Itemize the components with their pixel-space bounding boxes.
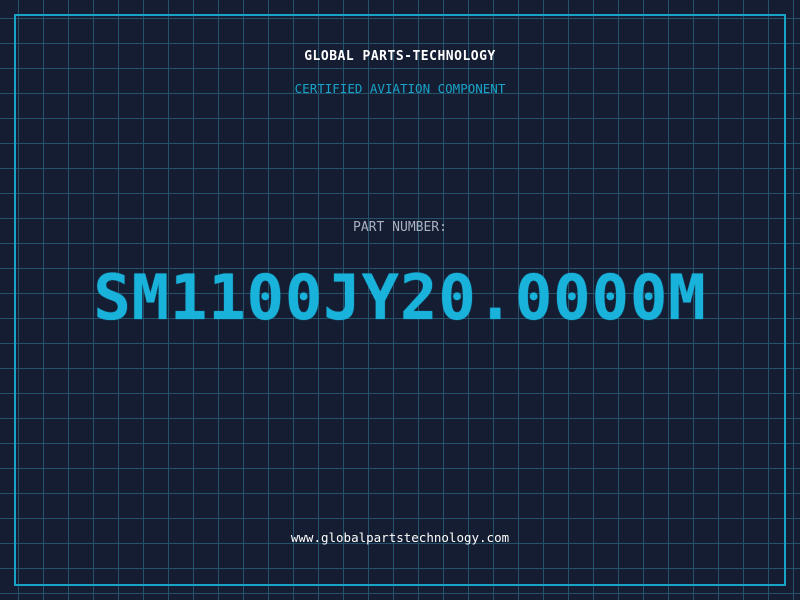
website-url: www.globalpartstechnology.com [290,530,510,545]
certification-subtitle: CERTIFIED AVIATION COMPONENT [294,81,506,96]
part-number-label: PART NUMBER: [353,220,447,235]
part-number-value: SM1100JY20.0000M [93,261,707,334]
company-name: GLOBAL PARTS-TECHNOLOGY [304,49,496,64]
